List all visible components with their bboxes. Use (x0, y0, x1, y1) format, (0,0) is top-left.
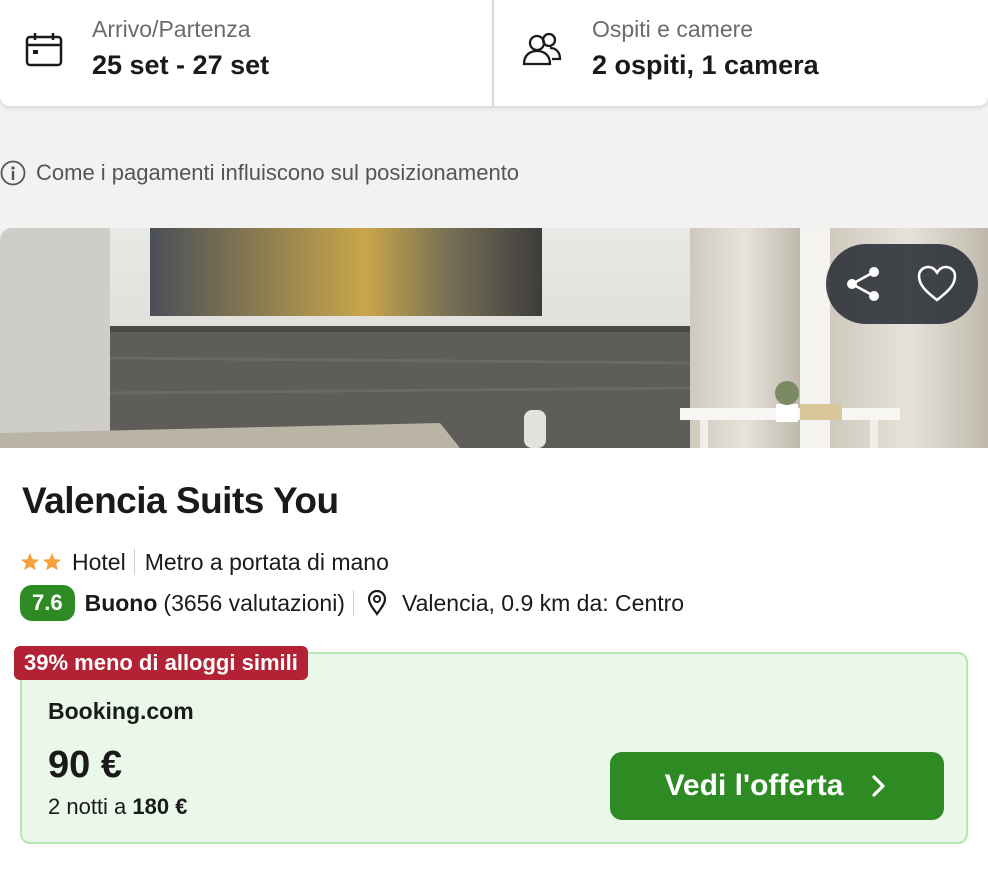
hotel-rating-row: 7.6 Buono (3656 valutazioni) Valencia, 0… (20, 584, 684, 622)
star-rating (20, 552, 62, 572)
dates-selector[interactable]: Arrivo/Partenza 25 set - 27 set (0, 0, 494, 106)
deal-provider: Booking.com (48, 698, 194, 724)
rating-word: Buono (84, 589, 158, 616)
heart-icon[interactable] (916, 264, 958, 304)
hotel-card[interactable]: Valencia Suits You Hotel Metro a portata… (0, 228, 988, 870)
ranking-info-link[interactable]: Come i pagamenti influiscono sul posizio… (0, 158, 519, 188)
dates-value: 25 set - 27 set (92, 50, 270, 80)
score-badge: 7.6 (20, 585, 75, 621)
ranking-info-text: Come i pagamenti influiscono sul posizio… (36, 160, 520, 185)
guests-value: 2 ospiti, 1 camera (592, 50, 819, 80)
info-icon (0, 160, 26, 186)
dates-label: Arrivo/Partenza (92, 16, 251, 42)
hotel-type: Hotel (72, 548, 126, 575)
share-icon[interactable] (844, 264, 884, 304)
deal-box[interactable]: Booking.com 90 € 2 notti a 180 € Vedi l'… (20, 652, 968, 844)
discount-badge: 39% meno di alloggi simili (14, 646, 308, 680)
view-deal-button[interactable]: Vedi l'offerta (610, 752, 944, 820)
hotel-name[interactable]: Valencia Suits You (22, 480, 339, 522)
calendar-icon (25, 33, 63, 67)
nights-prefix: 2 notti a (48, 794, 127, 819)
review-count[interactable]: (3656 valutazioni) (163, 590, 345, 617)
star-icon (42, 553, 62, 571)
deal-nights-total: 2 notti a 180 € (48, 794, 187, 820)
nights-total: 180 € (132, 794, 188, 819)
divider (133, 549, 135, 575)
star-icon (20, 553, 40, 571)
divider (352, 590, 354, 616)
photo-actions (826, 244, 978, 324)
hotel-feature: Metro a portata di mano (144, 548, 389, 575)
location-pin-icon (367, 590, 387, 616)
hotel-meta: Hotel Metro a portata di mano (20, 546, 389, 578)
view-deal-label: Vedi l'offerta (664, 769, 844, 802)
chevron-right-icon (872, 775, 886, 797)
hotel-location[interactable]: Valencia, 0.9 km da: Centro (402, 590, 684, 617)
guests-icon (522, 32, 562, 66)
guests-label: Ospiti e camere (592, 16, 754, 42)
guests-selector[interactable]: Ospiti e camere 2 ospiti, 1 camera (494, 0, 988, 106)
search-bar: Arrivo/Partenza 25 set - 27 set Ospiti e… (0, 0, 988, 106)
deal-price: 90 € (48, 744, 122, 786)
